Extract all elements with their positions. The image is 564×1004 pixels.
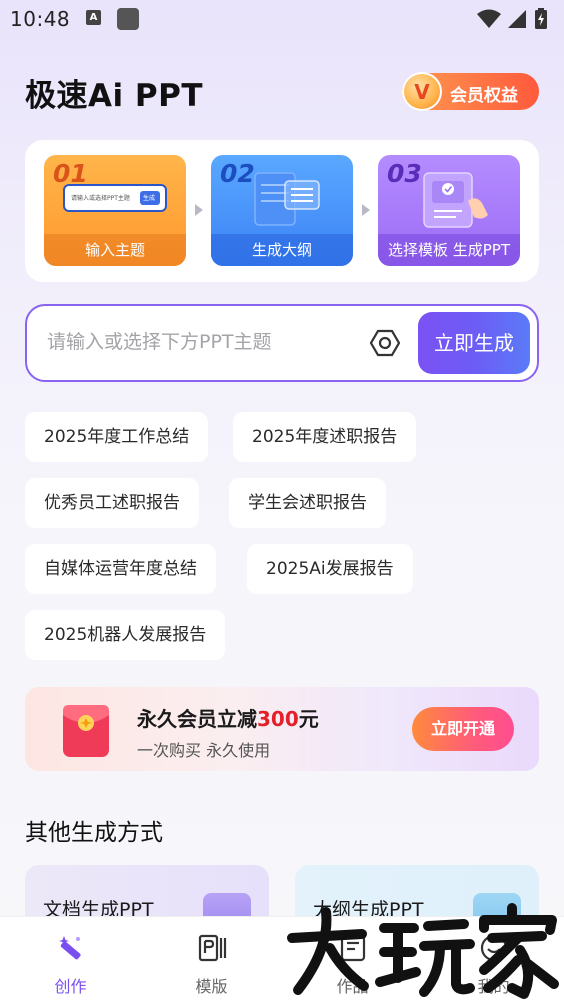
topic-input-box: 立即生成 [25,304,539,382]
wifi-icon [477,9,501,28]
magic-wand-icon [59,936,81,960]
battery-icon [535,8,547,29]
promo-title: 永久会员立减300元 [137,707,319,731]
topic-chip[interactable]: 2025Ai发展报告 [247,544,413,594]
vip-badge-icon: V [402,72,442,111]
promo-subtitle: 一次购买 永久使用 [137,741,271,760]
nav-label: 作品 [336,977,369,996]
step-input-topic: 请输入或选择PPT主题 生成 01 输入主题 [44,155,186,266]
nav-label: 创作 [54,977,87,996]
mini-input-text: 请输入或选择PPT主题 [71,195,130,202]
nav-works[interactable]: 作品 [282,917,423,1004]
topic-chip[interactable]: 学生会述职报告 [229,478,386,528]
topic-chip[interactable]: 自媒体运营年度总结 [25,544,216,594]
status-icons [476,8,556,30]
template-icon [198,934,227,962]
app-title: 极速Ai PPT [25,78,203,114]
promo-price: 300 [257,707,299,731]
status-bar: 10:48 A [0,0,564,40]
step-label: 生成大纲 [211,234,353,266]
nav-templates[interactable]: 模版 [141,917,282,1004]
step-template: 03 选择模板 生成PPT [378,155,520,266]
signal-icon [508,10,526,28]
steps-card: 请输入或选择PPT主题 生成 01 输入主题 02 生成大纲 03 选择模板 生… [25,140,539,282]
topic-chip[interactable]: 2025年度述职报告 [233,412,417,462]
step-outline: 02 生成大纲 [211,155,353,266]
nav-profile[interactable]: 我的 [423,917,564,1004]
status-time: 10:48 [10,7,71,31]
step-number: 02 [220,159,255,188]
profile-icon [480,934,508,962]
nav-label: 模版 [195,977,228,996]
step-label: 输入主题 [44,234,186,266]
nav-create[interactable]: 创作 [0,917,141,1004]
step-label: 选择模板 生成PPT [378,234,520,266]
activate-now-button[interactable]: 立即开通 [412,707,514,751]
generate-now-button[interactable]: 立即生成 [418,312,530,374]
notification-square-icon [117,8,139,30]
red-envelope-icon [63,705,109,757]
vip-benefits-button[interactable]: V 会员权益 [402,72,539,111]
topic-input[interactable] [47,331,357,353]
step-arrow-icon [362,204,370,216]
works-icon [340,934,366,962]
nav-label: 我的 [477,977,510,996]
topic-chip[interactable]: 2025年度工作总结 [25,412,209,462]
vip-benefits-label: 会员权益 [450,86,518,106]
notification-a-icon: A [86,10,101,25]
membership-promo-banner[interactable]: 永久会员立减300元 一次购买 永久使用 立即开通 [25,687,539,771]
step-arrow-icon [195,204,203,216]
topic-chip[interactable]: 优秀员工述职报告 [25,478,199,528]
hexagon-settings-icon[interactable] [370,328,400,358]
bottom-nav: 创作 模版 作品 我的 [0,916,564,1004]
topic-chip[interactable]: 2025机器人发展报告 [25,610,226,660]
step-number: 03 [387,159,422,188]
section-title-other-methods: 其他生成方式 [25,820,163,846]
step-number: 01 [53,159,88,188]
mini-generate-text: 生成 [143,195,156,202]
